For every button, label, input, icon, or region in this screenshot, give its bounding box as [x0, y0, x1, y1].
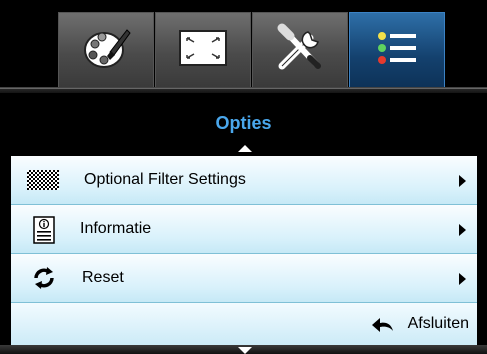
tab-options[interactable] [349, 12, 445, 87]
menu-header: Opties [0, 93, 487, 155]
exit-button[interactable]: Afsluiten [408, 315, 469, 333]
menu-item-label: Informatie [80, 220, 152, 237]
info-document-icon [33, 216, 55, 249]
reset-arrows-icon [32, 266, 56, 295]
menu-item-reset[interactable]: Reset [11, 254, 477, 303]
menu-item-label: Optional Filter Settings [84, 171, 246, 188]
tab-settings[interactable] [252, 12, 348, 87]
options-menu: Optional Filter Settings Informatie Rese… [11, 156, 477, 303]
menu-footer: Afsluiten [11, 303, 477, 345]
tab-image[interactable] [155, 12, 251, 87]
scroll-up-icon[interactable] [238, 145, 252, 152]
tools-icon [274, 22, 326, 79]
back-arrow-icon[interactable] [371, 317, 395, 338]
tab-display[interactable] [58, 12, 154, 87]
chevron-right-icon [459, 175, 466, 187]
tab-bar [0, 0, 487, 92]
menu-item-optional-filter-settings[interactable]: Optional Filter Settings [11, 156, 477, 205]
list-menu-icon [375, 28, 419, 73]
scroll-down-icon[interactable] [238, 347, 252, 354]
menu-item-informatie[interactable]: Informatie [11, 205, 477, 254]
page-title: Opties [215, 113, 272, 133]
chevron-right-icon [459, 224, 466, 236]
chevron-right-icon [459, 273, 466, 285]
filter-pattern-icon [27, 170, 59, 195]
menu-item-label: Reset [82, 269, 124, 286]
palette-icon [80, 22, 132, 79]
screen-resize-icon [177, 26, 229, 75]
